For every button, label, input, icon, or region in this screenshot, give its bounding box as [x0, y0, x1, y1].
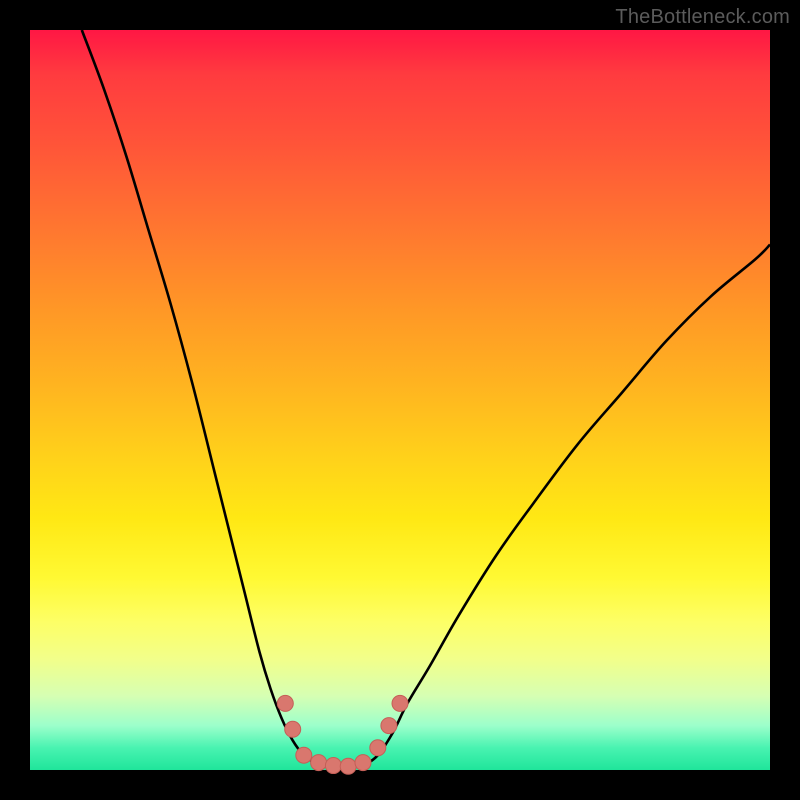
- chart-frame: TheBottleneck.com: [0, 0, 800, 800]
- data-marker: [296, 747, 312, 763]
- data-marker: [392, 695, 408, 711]
- plot-area: [30, 30, 770, 770]
- right-curve: [363, 245, 770, 767]
- data-marker: [340, 758, 356, 774]
- data-marker: [311, 755, 327, 771]
- data-markers: [277, 695, 408, 774]
- data-marker: [381, 718, 397, 734]
- data-marker: [277, 695, 293, 711]
- data-marker: [355, 755, 371, 771]
- chart-svg: [30, 30, 770, 770]
- left-curve: [82, 30, 326, 766]
- data-marker: [325, 758, 341, 774]
- watermark-text: TheBottleneck.com: [615, 6, 790, 29]
- data-marker: [285, 721, 301, 737]
- data-marker: [370, 740, 386, 756]
